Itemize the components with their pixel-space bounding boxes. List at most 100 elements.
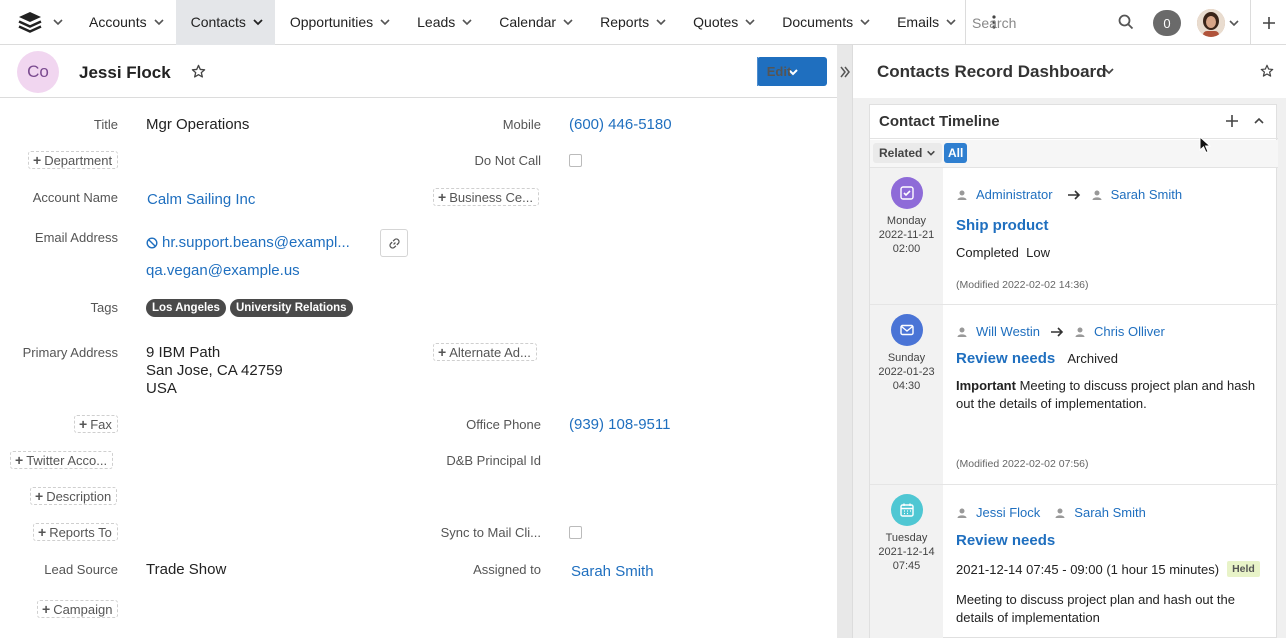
entry-from-user[interactable]: Will Westin <box>976 324 1040 339</box>
plus-icon[interactable] <box>1225 114 1239 128</box>
dashboard-title[interactable]: Contacts Record Dashboard <box>877 62 1107 82</box>
add-alternate-address-label: Alternate Ad... <box>449 344 531 360</box>
entry-from-user[interactable]: Administrator <box>976 187 1053 202</box>
primary-address-value[interactable]: 9 IBM Path San Jose, CA 42759 USA <box>146 344 283 398</box>
timeline-entry: Tuesday 2021-12-14 07:45 Jessi Flock Sar… <box>870 485 1278 638</box>
user-avatar[interactable] <box>1197 9 1225 37</box>
add-fax-button[interactable]: + Fax <box>74 415 118 433</box>
timeline-title: Contact Timeline <box>879 113 1000 130</box>
tab-label: Emails <box>897 14 940 30</box>
timeline-entry: Sunday 2022-01-23 04:30 Will Westin Chri… <box>870 305 1278 485</box>
tab-documents[interactable]: Documents <box>767 0 882 45</box>
entry-to-user[interactable]: Chris Olliver <box>1094 324 1165 339</box>
chevron-down-icon[interactable] <box>1103 65 1115 77</box>
entry-status-line: Completed Low <box>956 245 1050 260</box>
chevron-down-icon <box>946 19 956 26</box>
entry-title[interactable]: Ship product <box>956 217 1049 234</box>
record-avatar: Co <box>17 51 59 93</box>
tab-opportunities[interactable]: Opportunities <box>275 0 402 45</box>
chevron-down-icon <box>53 19 63 26</box>
record-header: Co Jessi Flock Edit <box>0 45 837 98</box>
mobile-value[interactable]: (600) 446-5180 <box>569 116 672 133</box>
email-primary[interactable]: hr.support.beans@exampl... <box>146 234 350 251</box>
dashboard-header: Contacts Record Dashboard <box>853 45 1286 98</box>
entry-date-value: 2021-12-14 <box>878 546 935 558</box>
address-line: San Jose, CA 42759 <box>146 362 283 379</box>
add-reports-to-label: Reports To <box>49 524 112 540</box>
office-phone-label: Office Phone <box>466 417 541 432</box>
chevron-down-icon <box>462 19 472 26</box>
title-label: Title <box>93 117 118 132</box>
chevron-down-icon <box>253 19 263 26</box>
chevron-down-icon <box>745 19 755 26</box>
mouse-cursor-icon <box>1199 136 1211 154</box>
add-campaign-button[interactable]: + Campaign <box>37 600 119 618</box>
calendar-icon <box>899 503 914 517</box>
quick-create-button[interactable] <box>1250 0 1286 45</box>
primary-address-label: Primary Address <box>22 345 118 360</box>
favorite-star-icon[interactable] <box>191 64 206 79</box>
tab-calendar[interactable]: Calendar <box>484 0 585 45</box>
entry-from-user[interactable]: Jessi Flock <box>976 505 1040 520</box>
tab-emails[interactable]: Emails <box>882 0 968 45</box>
entry-to-user[interactable]: Sarah Smith <box>1111 187 1183 202</box>
entry-to-user[interactable]: Sarah Smith <box>1074 505 1146 520</box>
lead-source-value[interactable]: Trade Show <box>146 561 226 578</box>
email-secondary[interactable]: qa.vegan@example.us <box>146 262 300 279</box>
entry-time: 04:30 <box>892 380 921 392</box>
account-name-value[interactable]: Calm Sailing Inc <box>147 191 255 208</box>
double-chevron-right-icon[interactable] <box>840 65 850 79</box>
chevron-up-icon[interactable] <box>1253 115 1265 127</box>
sync-mail-checkbox[interactable] <box>569 526 582 539</box>
tab-accounts[interactable]: Accounts <box>74 0 176 45</box>
notification-badge[interactable]: 0 <box>1153 10 1181 36</box>
tab-leads[interactable]: Leads <box>402 0 484 45</box>
tag-pill[interactable]: University Relations <box>229 299 353 317</box>
filter-all-button[interactable]: All <box>944 143 968 163</box>
app-logo[interactable] <box>0 0 74 45</box>
assigned-to-value[interactable]: Sarah Smith <box>571 563 654 580</box>
envelope-icon <box>899 324 914 336</box>
tab-label: Leads <box>417 14 456 30</box>
tags-list: Los Angeles University Relations <box>146 298 357 317</box>
tab-contacts[interactable]: Contacts <box>175 0 275 45</box>
filter-related-dropdown[interactable]: Related <box>873 143 943 163</box>
title-value[interactable]: Mgr Operations <box>146 116 249 133</box>
entry-title-link[interactable]: Review needs <box>956 350 1055 367</box>
tab-quotes[interactable]: Quotes <box>678 0 767 45</box>
email-label: Email Address <box>34 230 118 245</box>
tab-label: Reports <box>600 14 650 30</box>
user-icon <box>957 508 967 518</box>
tag-pill[interactable]: Los Angeles <box>146 299 226 317</box>
entry-time: 02:00 <box>892 243 921 255</box>
chevron-down-icon[interactable] <box>1228 17 1240 29</box>
email-icon <box>890 314 923 346</box>
lead-source-label: Lead Source <box>44 562 118 577</box>
copy-link-button[interactable] <box>380 229 408 257</box>
entry-date-column: Sunday 2022-01-23 04:30 <box>870 305 943 484</box>
sync-mail-label: Sync to Mail Cli... <box>440 525 541 540</box>
add-business-center-button[interactable]: + Business Ce... <box>433 188 540 206</box>
do-not-call-checkbox[interactable] <box>569 154 582 167</box>
logo-icon <box>18 12 42 33</box>
add-description-button[interactable]: + Description <box>30 487 118 505</box>
edit-button[interactable]: Edit <box>757 57 827 86</box>
tab-reports[interactable]: Reports <box>585 0 678 45</box>
timeline-filter-bar: Related All <box>870 140 1278 168</box>
filter-related-label: Related <box>879 146 923 160</box>
search-icon[interactable] <box>1118 14 1134 30</box>
add-campaign-label: Campaign <box>53 601 113 617</box>
mobile-label: Mobile <box>502 117 541 132</box>
office-phone-value[interactable]: (939) 108-9511 <box>569 416 670 433</box>
add-alternate-address-button[interactable]: + Alternate Ad... <box>433 343 537 361</box>
sidebar-collapse-strip[interactable] <box>837 45 853 638</box>
add-fax-label: Fax <box>90 416 112 432</box>
favorite-star-icon[interactable] <box>1260 64 1274 78</box>
add-business-center-label: Business Ce... <box>449 189 534 205</box>
link-icon <box>388 237 400 249</box>
add-reports-to-button[interactable]: + Reports To <box>33 523 118 541</box>
add-twitter-button[interactable]: + Twitter Acco... <box>10 451 114 469</box>
entry-status: Archived <box>1067 351 1118 366</box>
entry-title[interactable]: Review needs <box>956 532 1055 549</box>
add-department-button[interactable]: + Department <box>28 151 119 169</box>
